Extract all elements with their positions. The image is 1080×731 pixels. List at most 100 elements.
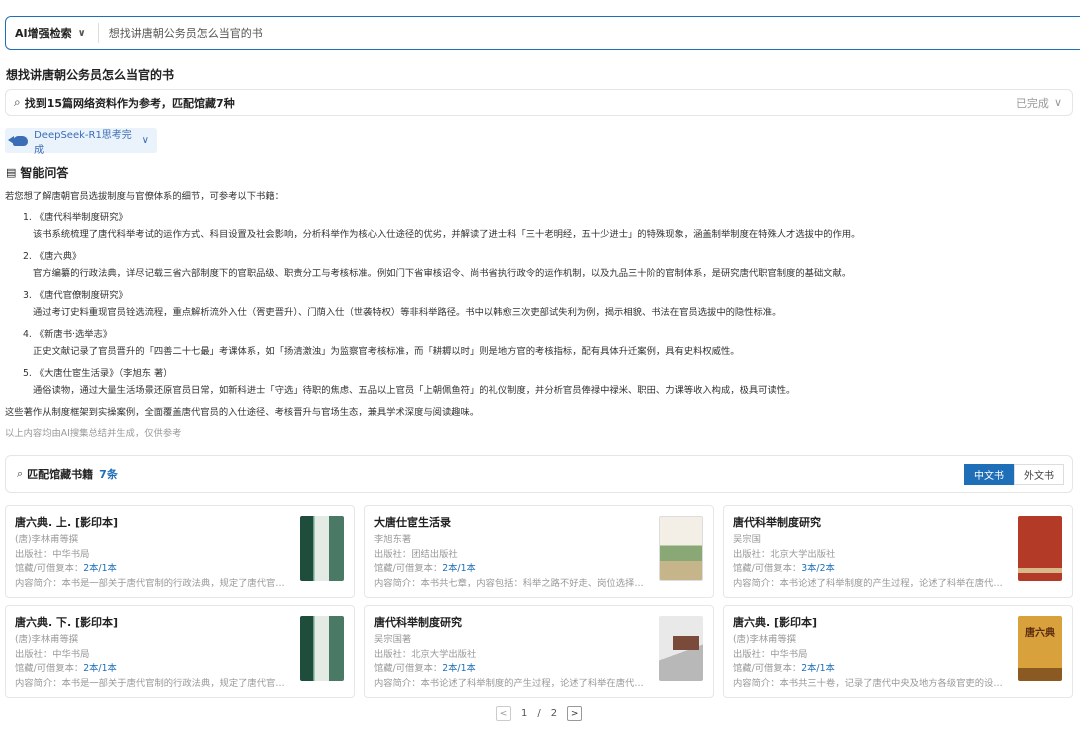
holdings-count: 2本/1本 [442, 663, 476, 674]
tab-chinese-books[interactable]: 中文书 [964, 463, 1014, 485]
answer-outro: 这些著作从制度框架到实操案例，全面覆盖唐代官员的入仕途径、考核晋升与官场生态，兼… [5, 407, 480, 418]
book-author: 吴宗国著 [374, 634, 412, 645]
book-author: (唐)李林甫等撰 [15, 634, 79, 645]
matched-books-label: 匹配馆藏书籍 [27, 468, 94, 481]
book-summary: 内容简介：本书论述了科举制度的产生过程，论述了科举在唐代的发展与影响 [374, 677, 646, 689]
search-input[interactable]: 想找讲唐朝公务员怎么当官的书 [99, 25, 263, 41]
references-bar[interactable]: ⌕ 找到15篇网络资料作为参考，匹配馆藏7种 已完成 ∨ [5, 89, 1073, 116]
book-summary: 内容简介：本书论述了科举制度的产生过程，论述了科举在唐代的发展与影响 [733, 577, 1005, 589]
book-holdings: 馆藏/可借复本：2本/1本 [15, 563, 117, 574]
list-item-title: 5. 《大唐仕宦生活录》（李旭东 著） [23, 368, 173, 379]
book-cover-text: 唐六典 [1025, 628, 1055, 639]
book-title[interactable]: 唐六典. 上. [影印本] [15, 514, 345, 530]
book-author: (唐)李林甫等撰 [733, 634, 797, 645]
answer-intro: 若您想了解唐朝官员选拔制度与官僚体系的细节，可参考以下书籍： [5, 191, 284, 202]
list-item-desc: 正史文献记录了官员晋升的「四善二十七最」考课体系，如「扬清激浊」为监察官考核标准… [33, 346, 740, 357]
list-item-title: 3. 《唐代官僚制度研究》 [23, 290, 128, 301]
model-status-chip[interactable]: DeepSeek-R1思考完成 ∨ [5, 128, 157, 156]
book-card[interactable]: 唐代科举制度研究 吴宗国 出版社：北京大学出版社 馆藏/可借复本：3本/2本 内… [723, 505, 1073, 598]
holdings-count: 2本/1本 [801, 663, 835, 674]
chevron-down-icon: ∨ [141, 135, 149, 146]
list-item-title: 1. 《唐代科举制度研究》 [23, 212, 128, 223]
next-page-button[interactable]: > [567, 706, 583, 721]
book-title[interactable]: 大唐仕宦生活录 [374, 514, 704, 530]
book-holdings: 馆藏/可借复本：2本/1本 [374, 663, 476, 674]
references-status[interactable]: 已完成 ∨ [1016, 95, 1062, 111]
search-bar[interactable]: AI增强检索 ∨ 想找讲唐朝公务员怎么当官的书 [5, 16, 1080, 50]
book-author: 吴宗国 [733, 534, 761, 545]
list-item-desc: 官方编纂的行政法典，详尽记载三省六部制度下的官职品级、职责分工与考核标准。例如门… [33, 268, 852, 279]
book-publisher: 出版社：北京大学出版社 [733, 548, 836, 560]
book-recommendation-list: 1. 《唐代科举制度研究》 该书系统梳理了唐代科举考试的运作方式、科目设置及社会… [5, 209, 1075, 399]
book-title[interactable]: 唐六典. 下. [影印本] [15, 614, 345, 630]
book-cards-grid: 唐六典. 上. [影印本] (唐)李林甫等撰 出版社：中华书局 馆藏/可借复本：… [5, 505, 1073, 698]
matched-books-header: ⌕ 匹配馆藏书籍 7条 中文书 外文书 [5, 455, 1073, 493]
list-item: 3. 《唐代官僚制度研究》 通过考订史料重现官员铨选流程，重点解析流外入仕（胥吏… [23, 287, 1075, 321]
book-cover[interactable] [1018, 516, 1062, 581]
book-publisher: 出版社：团结出版社 [374, 548, 458, 560]
book-summary: 内容简介：本书共七章，内容包括：科举之路不好走、岗位选择与仕宦生活等 [374, 577, 646, 589]
holdings-count: 2本/1本 [83, 563, 117, 574]
book-card[interactable]: 大唐仕宦生活录 李旭东著 出版社：团结出版社 馆藏/可借复本：2本/1本 内容简… [364, 505, 714, 598]
deepseek-whale-icon [7, 135, 29, 146]
pagination: < 1 / 2 > [496, 706, 583, 721]
holdings-count: 2本/1本 [442, 563, 476, 574]
list-item: 2. 《唐六典》 官方编纂的行政法典，详尽记载三省六部制度下的官职品级、职责分工… [23, 248, 1075, 282]
list-item-desc: 该书系统梳理了唐代科举考试的运作方式、科目设置及社会影响，分析科举作为核心入仕途… [33, 229, 861, 240]
book-title[interactable]: 唐六典. [影印本] [733, 614, 1063, 630]
holdings-count: 3本/2本 [801, 563, 835, 574]
language-toggle: 中文书 外文书 [964, 463, 1064, 485]
list-item: 1. 《唐代科举制度研究》 该书系统梳理了唐代科举考试的运作方式、科目设置及社会… [23, 209, 1075, 243]
references-summary: 找到15篇网络资料作为参考，匹配馆藏7种 [24, 96, 235, 110]
book-publisher: 出版社：中华书局 [733, 648, 808, 660]
book-holdings: 馆藏/可借复本：2本/1本 [374, 563, 476, 574]
book-cover[interactable]: 唐六典 [1018, 616, 1062, 681]
book-publisher: 出版社：中华书局 [15, 648, 90, 660]
list-item: 4. 《新唐书·选举志》 正史文献记录了官员晋升的「四善二十七最」考课体系，如「… [23, 326, 1075, 360]
list-item-desc: 通俗读物，通过大量生活场景还原官员日常，如新科进士「守选」待职的焦虑、五品以上官… [33, 385, 796, 396]
total-pages: 2 [550, 708, 558, 719]
book-card[interactable]: 唐六典. 下. [影印本] (唐)李林甫等撰 出版社：中华书局 馆藏/可借复本：… [5, 605, 355, 698]
book-title[interactable]: 唐代科举制度研究 [374, 614, 704, 630]
list-item-desc: 通过考订史料重现官员铨选流程，重点解析流外入仕（胥吏晋升）、门荫入仕（世袭特权）… [33, 307, 782, 318]
list-item-title: 2. 《唐六典》 [23, 251, 82, 262]
matched-books-count: 7条 [99, 468, 118, 481]
book-holdings: 馆藏/可借复本：2本/1本 [15, 663, 117, 674]
tab-foreign-books[interactable]: 外文书 [1014, 463, 1064, 485]
book-cover[interactable] [659, 616, 703, 681]
page-separator: / [537, 708, 541, 719]
current-page: 1 [521, 708, 528, 719]
document-icon: ▤ [6, 166, 17, 179]
book-author: 李旭东著 [374, 534, 412, 545]
search-mode-dropdown[interactable]: AI增强检索 ∨ [6, 23, 99, 43]
model-label: DeepSeek-R1思考完成 [34, 129, 132, 156]
chevron-down-icon: ∨ [1053, 96, 1062, 109]
prev-page-button[interactable]: < [496, 706, 511, 721]
book-summary: 内容简介：本书是一部关于唐代官制的行政法典，规定了唐代官制的设置和职掌 [15, 577, 287, 589]
book-holdings: 馆藏/可借复本：3本/2本 [733, 563, 835, 574]
question-title: 想找讲唐朝公务员怎么当官的书 [6, 68, 175, 82]
answer-body: 若您想了解唐朝官员选拔制度与官僚体系的细节，可参考以下书籍： 1. 《唐代科举制… [5, 188, 1075, 442]
book-author: (唐)李林甫等撰 [15, 534, 79, 545]
book-cover[interactable] [659, 516, 703, 581]
search-icon: ⌕ [17, 467, 24, 480]
holdings-count: 2本/1本 [83, 663, 117, 674]
book-publisher: 出版社：中华书局 [15, 548, 90, 560]
book-title[interactable]: 唐代科举制度研究 [733, 514, 1063, 530]
qa-title-text: 智能问答 [20, 166, 69, 180]
book-cover[interactable] [300, 616, 344, 681]
book-publisher: 出版社：北京大学出版社 [374, 648, 477, 660]
book-card[interactable]: 唐六典. [影印本] (唐)李林甫等撰 出版社：中华书局 馆藏/可借复本：2本/… [723, 605, 1073, 698]
book-holdings: 馆藏/可借复本：2本/1本 [733, 663, 835, 674]
book-card[interactable]: 唐六典. 上. [影印本] (唐)李林甫等撰 出版社：中华书局 馆藏/可借复本：… [5, 505, 355, 598]
book-card[interactable]: 唐代科举制度研究 吴宗国著 出版社：北京大学出版社 馆藏/可借复本：2本/1本 … [364, 605, 714, 698]
list-item-title: 4. 《新唐书·选举志》 [23, 329, 113, 340]
chevron-down-icon: ∨ [77, 27, 86, 39]
book-summary: 内容简介：本书共三十卷，记录了唐代中央及地方各级官吏的设置及职掌 [733, 677, 1005, 689]
status-text: 已完成 [1015, 96, 1049, 110]
list-item: 5. 《大唐仕宦生活录》（李旭东 著） 通俗读物，通过大量生活场景还原官员日常，… [23, 365, 1075, 399]
search-icon: ⌕ [14, 95, 21, 109]
book-cover[interactable] [300, 516, 344, 581]
book-summary: 内容简介：本书是一部关于唐代官制的行政法典，规定了唐代官制的设置和职掌 [15, 677, 287, 689]
search-mode-label: AI增强检索 [15, 27, 72, 40]
